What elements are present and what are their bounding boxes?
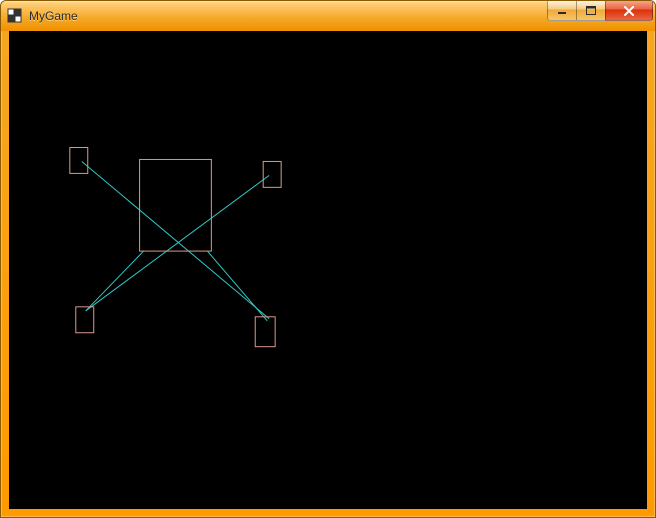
close-icon <box>623 6 635 16</box>
maximize-icon <box>586 6 596 15</box>
scene-rect <box>76 307 94 333</box>
game-canvas[interactable] <box>10 32 646 508</box>
client-area <box>9 31 647 509</box>
minimize-icon <box>557 7 567 15</box>
maximize-button[interactable] <box>576 1 606 21</box>
scene-line <box>207 251 267 321</box>
scene-rect <box>263 161 281 187</box>
window-frame: MyGame <box>0 0 656 518</box>
scene-line <box>86 251 144 311</box>
scene-rect <box>70 148 88 174</box>
titlebar[interactable]: MyGame <box>1 1 655 31</box>
scene-rect <box>140 159 212 251</box>
close-button[interactable] <box>605 1 653 21</box>
scene-line <box>82 161 269 318</box>
app-icon <box>7 8 23 24</box>
scene-rect <box>255 317 275 347</box>
window-controls <box>548 1 653 21</box>
minimize-button[interactable] <box>547 1 577 21</box>
